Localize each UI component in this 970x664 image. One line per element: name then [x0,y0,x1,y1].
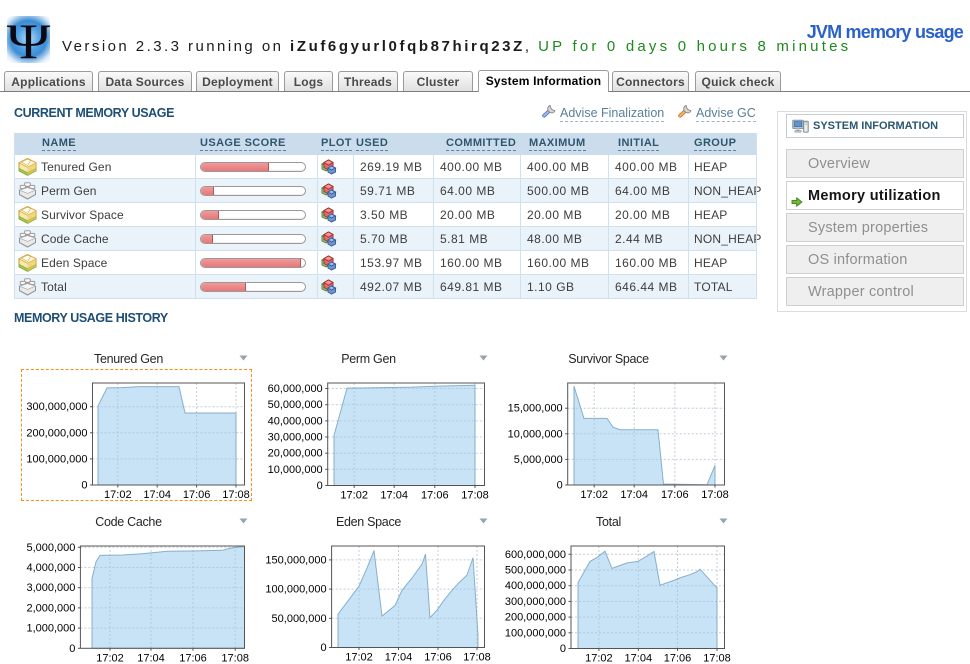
svg-text:17:08: 17:08 [703,653,731,664]
svg-text:100,000,000: 100,000,000 [265,584,326,596]
svg-text:17:08: 17:08 [701,489,729,501]
svg-text:60,000,000: 60,000,000 [268,383,323,395]
svg-text:4,000,000: 4,000,000 [26,562,75,574]
svg-text:17:02: 17:02 [585,653,613,664]
svg-text:17:04: 17:04 [380,490,408,502]
svg-text:17:02: 17:02 [580,489,608,501]
svg-text:10,000,000: 10,000,000 [508,428,563,440]
svg-text:15,000,000: 15,000,000 [508,403,563,415]
svg-text:17:06: 17:06 [421,490,449,502]
svg-text:17:02: 17:02 [345,652,373,664]
svg-text:17:08: 17:08 [221,652,249,664]
svg-text:0: 0 [560,643,566,655]
svg-text:20,000,000: 20,000,000 [268,448,323,460]
svg-text:17:02: 17:02 [96,652,124,664]
svg-text:17:06: 17:06 [661,489,689,501]
svg-text:17:06: 17:06 [424,652,452,664]
svg-text:17:08: 17:08 [461,490,489,502]
svg-text:600,000,000: 600,000,000 [505,549,566,561]
svg-text:17:04: 17:04 [137,652,165,664]
svg-text:30,000,000: 30,000,000 [268,432,323,444]
svg-text:300,000,000: 300,000,000 [505,596,566,608]
svg-text:5,000,000: 5,000,000 [26,542,75,554]
svg-text:17:06: 17:06 [664,653,692,664]
svg-text:17:04: 17:04 [625,653,653,664]
svg-text:40,000,000: 40,000,000 [268,415,323,427]
svg-text:17:02: 17:02 [340,490,368,502]
svg-text:0: 0 [320,642,326,654]
svg-text:150,000,000: 150,000,000 [265,554,326,566]
svg-text:500,000,000: 500,000,000 [505,565,566,577]
svg-text:1,000,000: 1,000,000 [26,623,75,635]
svg-text:400,000,000: 400,000,000 [505,580,566,592]
svg-text:50,000,000: 50,000,000 [272,613,327,625]
svg-text:0: 0 [557,480,563,492]
svg-text:2,000,000: 2,000,000 [26,602,75,614]
svg-text:17:06: 17:06 [179,652,207,664]
svg-text:50,000,000: 50,000,000 [268,399,323,411]
svg-text:17:08: 17:08 [463,652,491,664]
svg-text:3,000,000: 3,000,000 [26,582,75,594]
svg-text:17:04: 17:04 [620,489,648,501]
svg-text:17:04: 17:04 [385,652,413,664]
svg-text:0: 0 [69,643,75,655]
svg-text:100,000,000: 100,000,000 [505,627,566,639]
svg-text:0: 0 [317,480,323,492]
svg-text:5,000,000: 5,000,000 [514,454,563,466]
svg-text:200,000,000: 200,000,000 [505,612,566,624]
svg-text:10,000,000: 10,000,000 [268,464,323,476]
